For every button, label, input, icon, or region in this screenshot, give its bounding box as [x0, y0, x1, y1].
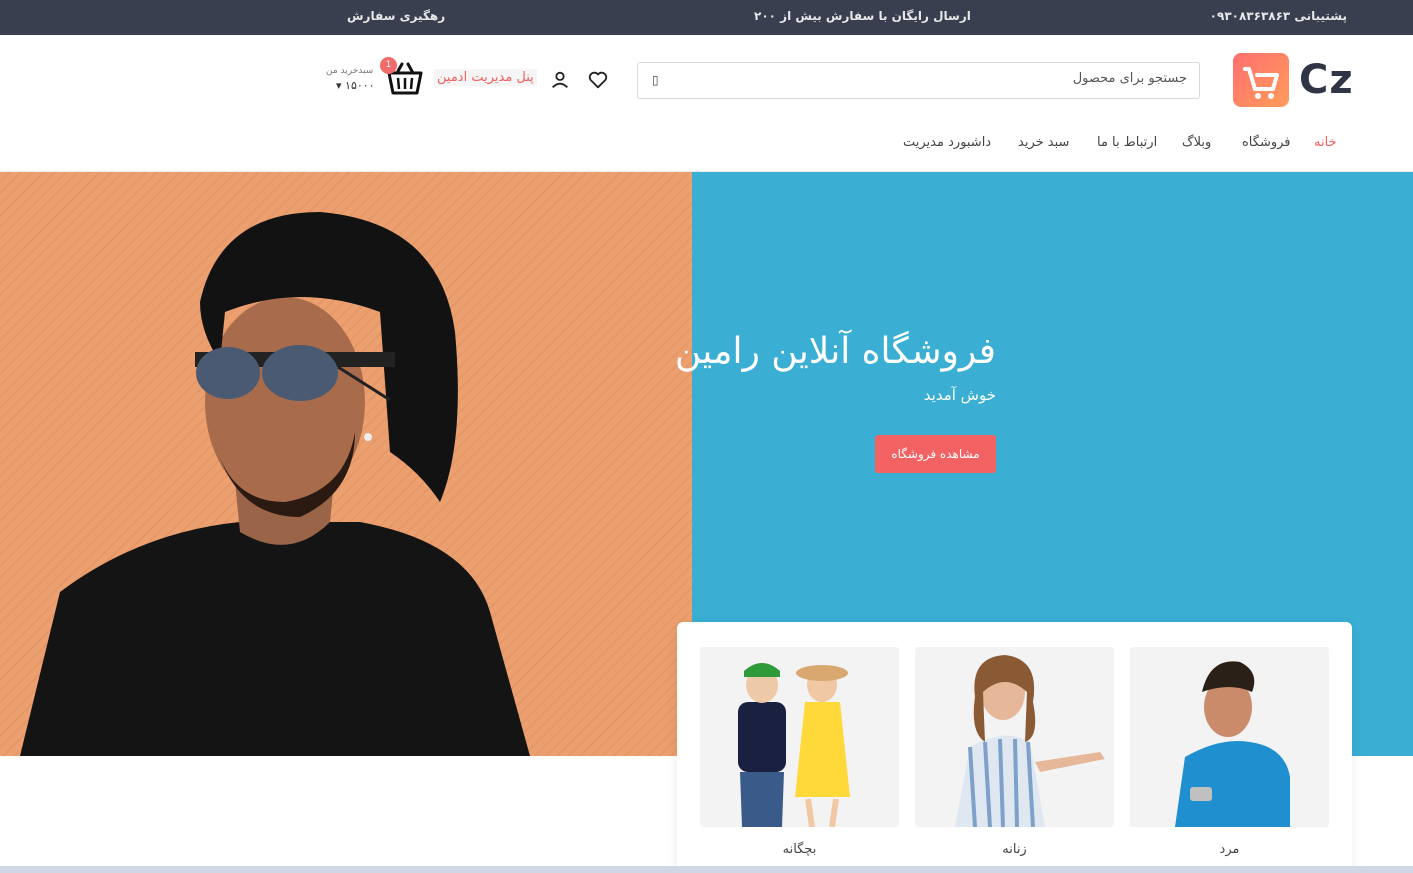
category-men-card[interactable]	[1130, 647, 1329, 827]
category-men-image	[1175, 661, 1290, 827]
nav-dashboard[interactable]: داشبورد مدیریت	[903, 135, 991, 150]
nav-blog[interactable]: وبلاگ	[1182, 135, 1211, 150]
search-input[interactable]	[687, 71, 1187, 86]
logo-cart-icon	[1233, 53, 1289, 107]
nav-cart[interactable]: سبد خرید	[1018, 135, 1069, 150]
cart-total[interactable]: ▾ ۱۵۰۰۰	[336, 79, 375, 92]
category-kids-card[interactable]	[700, 647, 899, 827]
nav-home[interactable]: خانه	[1314, 135, 1337, 150]
search-box: ▯	[637, 62, 1200, 99]
heart-icon[interactable]	[587, 69, 609, 91]
categories-panel: مرد زنانه بچگانه	[677, 622, 1352, 873]
category-women-image	[955, 655, 1105, 827]
top-bar: پشتیبانی ۰۹۳۰۸۳۶۳۸۶۳ ارسال رایگان با سفا…	[0, 0, 1413, 35]
cart-total-value: ۱۵۰۰۰	[345, 79, 375, 92]
hero-subtitle: خوش آمدید	[923, 386, 996, 404]
category-women-label[interactable]: زنانه	[915, 842, 1114, 857]
view-shop-button[interactable]: مشاهده فروشگاه	[875, 435, 996, 473]
logo-text: Cz	[1299, 57, 1354, 103]
category-kids-image	[738, 663, 850, 827]
category-women-card[interactable]	[915, 647, 1114, 827]
cart-count-badge: 1	[380, 57, 397, 74]
cart-dropdown-icon: ▾	[336, 79, 342, 92]
hero-image	[0, 172, 692, 756]
category-men-label[interactable]: مرد	[1130, 842, 1329, 857]
free-shipping-notice: ارسال رایگان با سفارش بیش از ۲۰۰	[754, 9, 971, 23]
site-header: Cz ▯ پنل مدیریت ادمین 1 سبدخرید من ▾ ۱۵۰…	[0, 35, 1413, 172]
order-tracking-link[interactable]: رهگیری سفارش	[347, 9, 445, 23]
window-bottom-edge	[0, 866, 1413, 873]
hero-title: فروشگاه آنلاین رامین	[674, 331, 996, 372]
nav-shop[interactable]: فروشگاه	[1242, 135, 1291, 150]
category-kids-label[interactable]: بچگانه	[700, 842, 899, 857]
nav-contact[interactable]: ارتباط با ما	[1097, 135, 1157, 150]
logo[interactable]: Cz	[1233, 53, 1353, 109]
user-icon[interactable]	[549, 69, 571, 91]
admin-panel-link[interactable]: پنل مدیریت ادمین	[434, 69, 537, 86]
cart-label: سبدخرید من	[326, 66, 374, 76]
model-illustration	[20, 212, 530, 756]
search-icon[interactable]: ▯	[652, 73, 659, 87]
support-phone: پشتیبانی ۰۹۳۰۸۳۶۳۸۶۳	[1209, 9, 1347, 23]
